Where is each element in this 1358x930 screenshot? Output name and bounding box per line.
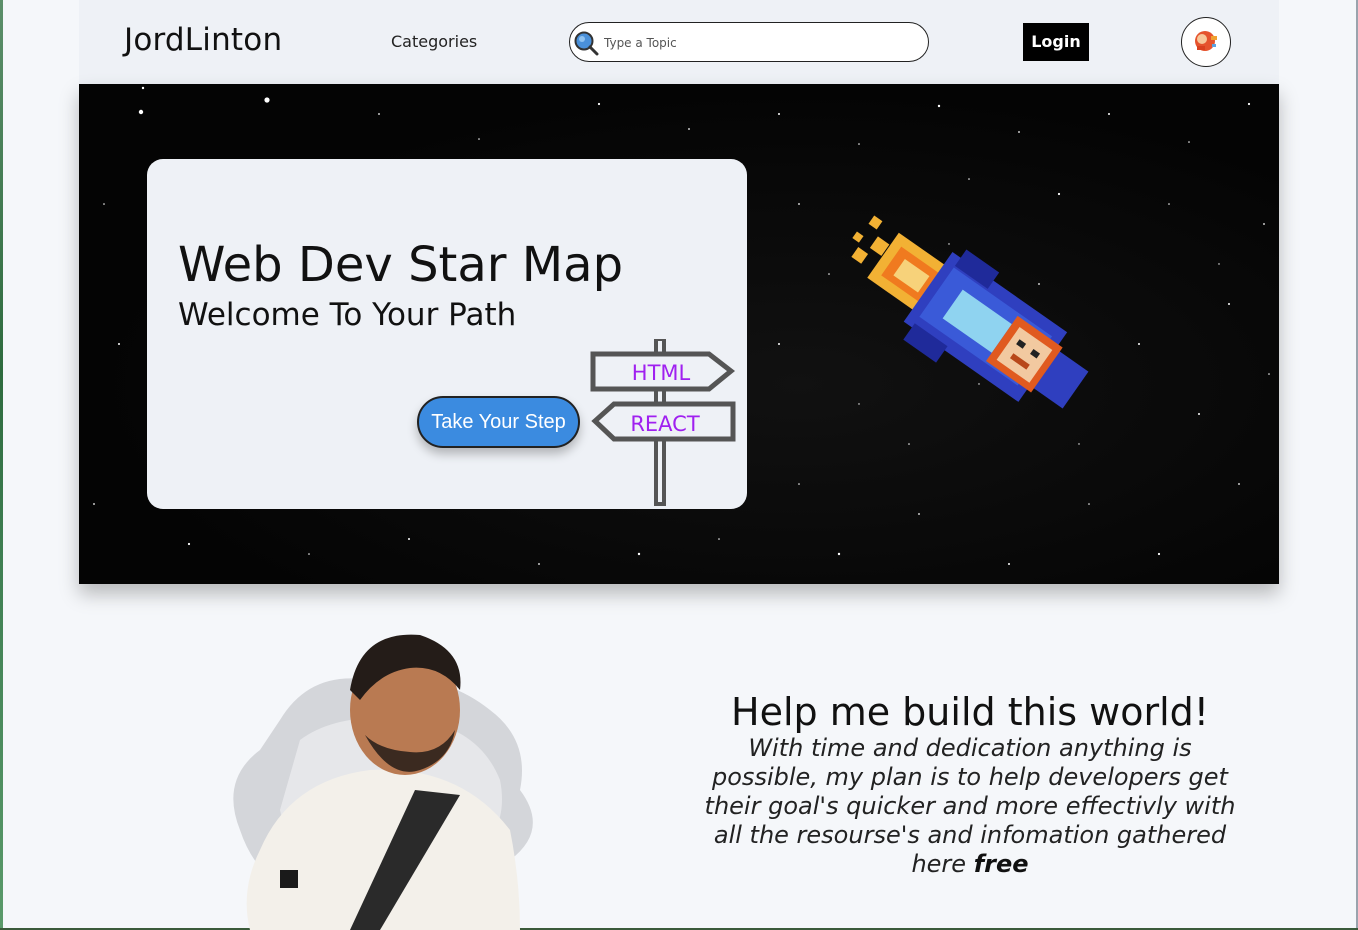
hero-subtitle: Welcome To Your Path bbox=[178, 297, 517, 333]
take-your-step-button[interactable]: Take Your Step bbox=[417, 396, 580, 448]
profile-avatar-button[interactable] bbox=[1181, 17, 1231, 67]
help-paragraph-text: With time and dedication anything is pos… bbox=[704, 734, 1236, 878]
pixel-astronaut-rocket-image bbox=[851, 215, 1089, 409]
hero-banner: Web Dev Star Map Welcome To Your Path Ta… bbox=[79, 84, 1279, 584]
help-paragraph-emphasis: free bbox=[973, 850, 1029, 878]
navbar: JordLinton Categories Login bbox=[79, 0, 1279, 84]
hero-card: Web Dev Star Map Welcome To Your Path Ta… bbox=[147, 159, 747, 509]
profile-photo-illustration bbox=[233, 634, 533, 930]
login-button[interactable]: Login bbox=[1023, 23, 1089, 61]
signpost-illustration: HTML REACT bbox=[590, 339, 736, 506]
search-icon[interactable] bbox=[573, 30, 599, 56]
help-heading: Help me build this world! bbox=[731, 690, 1209, 734]
help-paragraph: With time and dedication anything is pos… bbox=[700, 734, 1240, 879]
site-logo[interactable]: JordLinton bbox=[124, 22, 282, 58]
sign-react-label: REACT bbox=[630, 412, 700, 436]
sign-html-label: HTML bbox=[632, 361, 691, 385]
astronaut-avatar-icon bbox=[1195, 31, 1217, 51]
window-edge bbox=[0, 0, 3, 930]
search-bar[interactable] bbox=[569, 22, 929, 62]
hero-title: Web Dev Star Map bbox=[178, 237, 624, 293]
search-input[interactable] bbox=[602, 32, 906, 54]
categories-link[interactable]: Categories bbox=[391, 32, 477, 51]
